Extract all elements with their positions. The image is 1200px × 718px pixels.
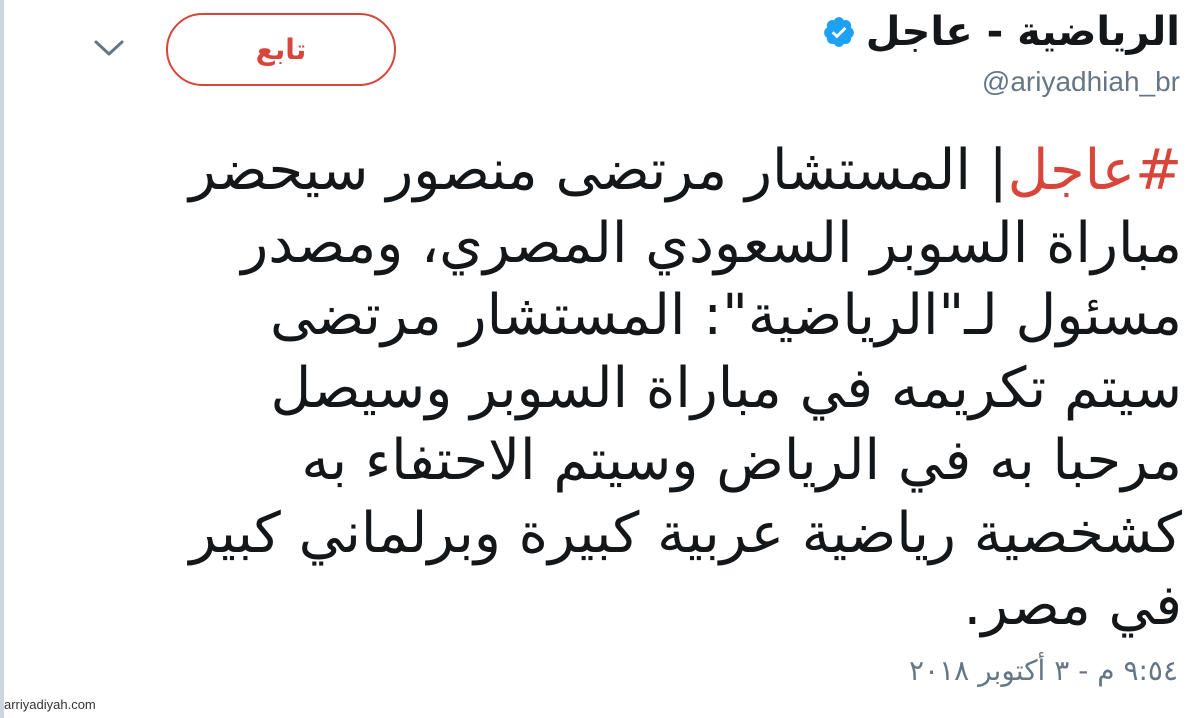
author-name-row: الرياضية - عاجل: [822, 2, 1180, 62]
follow-button[interactable]: تابع: [166, 13, 396, 86]
tweet-line: #عاجل| المستشار مرتضى منصور سيحضر: [107, 135, 1182, 208]
tweet-card: الرياضية - عاجل @ariyadhiah_br تابع #عاج…: [0, 0, 1200, 718]
author-display-name[interactable]: الرياضية - عاجل: [866, 2, 1180, 62]
tweet-line-text: | المستشار مرتضى منصور سيحضر: [189, 138, 1008, 203]
hashtag-link[interactable]: #عاجل: [1008, 138, 1182, 203]
tweet-line: مباراة السوبر السعودي المصري، ومصدر: [241, 210, 1182, 276]
verified-badge-icon: [823, 17, 854, 47]
tweet-timestamp[interactable]: ٩:٥٤ م - ٣ أكتوبر ٢٠١٨: [909, 654, 1178, 687]
tweet-line: سيتم تكريمه في مباراة السوبر وسيصل: [270, 355, 1182, 421]
chevron-down-icon[interactable]: [92, 36, 126, 60]
tweet-line: في مصر.: [963, 573, 1182, 638]
tweet-author: الرياضية - عاجل @ariyadhiah_br: [822, 2, 1180, 98]
tweet-text: #عاجل| المستشار مرتضى منصور سيحضر مباراة…: [107, 135, 1182, 643]
site-watermark: arriyadiyah.com: [4, 697, 96, 712]
tweet-line: مرحبا به في الرياض وسيتم الاحتفاء به: [301, 428, 1182, 493]
author-handle[interactable]: @ariyadhiah_br: [822, 66, 1180, 98]
tweet-line: كشخصية رياضية عربية كبيرة وبرلماني كبير: [189, 500, 1182, 566]
tweet-line: مسئول لـ"الرياضية": المستشار مرتضى: [270, 283, 1182, 348]
